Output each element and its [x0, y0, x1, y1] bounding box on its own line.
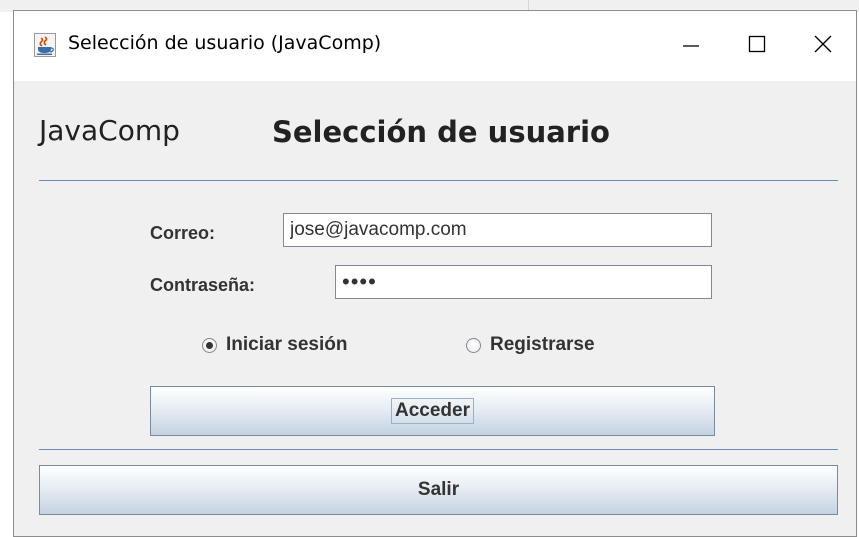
exit-button[interactable]: Salir — [39, 465, 838, 515]
maximize-icon — [747, 34, 767, 59]
radio-register-label: Registrarse — [490, 334, 595, 355]
minimize-icon — [681, 34, 701, 59]
window-title: Selección de usuario (JavaComp) — [68, 32, 382, 54]
brand-label: JavaComp — [39, 114, 180, 147]
maximize-button[interactable] — [724, 11, 790, 81]
close-button[interactable] — [790, 11, 856, 81]
radio-login-label: Iniciar sesión — [226, 334, 348, 355]
email-field[interactable] — [283, 213, 712, 247]
java-cup-icon — [34, 33, 56, 57]
footer-separator — [39, 449, 838, 450]
close-icon — [813, 34, 833, 59]
radio-register[interactable]: Registrarse — [466, 334, 595, 356]
password-field[interactable] — [335, 265, 712, 299]
access-button-label: Acceder — [391, 398, 474, 424]
password-label: Contraseña: — [150, 275, 256, 295]
radio-selected-icon — [202, 337, 217, 353]
exit-button-label: Salir — [417, 479, 460, 500]
login-window: Selección de usuario (JavaComp) JavaComp… — [13, 10, 857, 537]
radio-login[interactable]: Iniciar sesión — [202, 334, 347, 356]
page-title: Selección de usuario — [272, 115, 610, 149]
header-separator — [39, 180, 838, 181]
email-label: Correo: — [150, 223, 216, 243]
radio-unselected-icon — [466, 337, 481, 353]
content-pane: JavaComp Selección de usuario Correo: Co… — [14, 81, 856, 536]
access-button[interactable]: Acceder — [150, 386, 715, 436]
minimize-button[interactable] — [658, 11, 724, 81]
title-bar[interactable]: Selección de usuario (JavaComp) — [14, 11, 856, 81]
